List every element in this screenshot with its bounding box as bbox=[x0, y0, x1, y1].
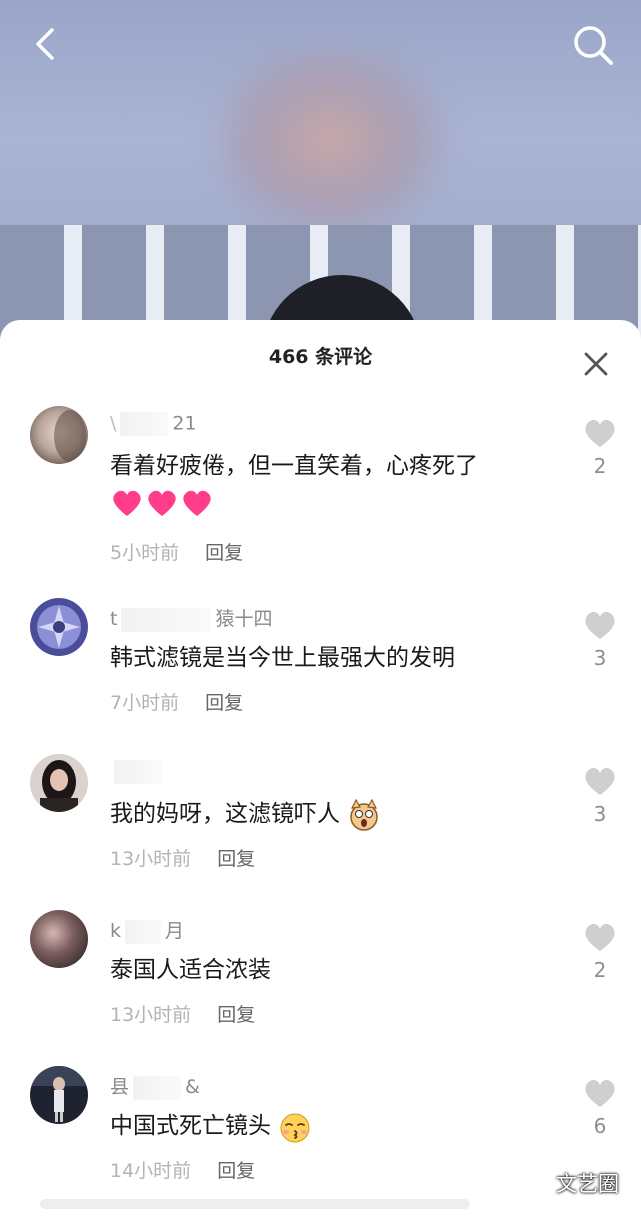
comment-meta: 13小时前 回复 bbox=[110, 844, 255, 871]
username[interactable]: k月 bbox=[110, 916, 184, 944]
heart-icon bbox=[585, 611, 615, 639]
avatar[interactable] bbox=[30, 406, 88, 464]
like-button[interactable]: 6 bbox=[580, 1078, 620, 1138]
avatar[interactable] bbox=[30, 598, 88, 656]
avatar[interactable] bbox=[30, 754, 88, 812]
close-button[interactable] bbox=[580, 348, 612, 380]
like-button[interactable]: 2 bbox=[580, 922, 620, 982]
comment-meta: 14小时前 回复 bbox=[110, 1156, 255, 1183]
heart-icon bbox=[585, 419, 615, 447]
comment-time: 13小时前 bbox=[110, 1004, 192, 1026]
comment-input-bar[interactable] bbox=[40, 1199, 470, 1209]
comment-item: k月 泰国人适合浓装 13小时前 回复 2 bbox=[0, 910, 641, 1060]
pink-hearts-emoji bbox=[110, 486, 220, 524]
like-button[interactable]: 3 bbox=[580, 610, 620, 670]
username[interactable]: t 猿十四 bbox=[110, 604, 272, 632]
like-count: 6 bbox=[593, 1114, 607, 1138]
reply-button[interactable]: 回复 bbox=[205, 692, 243, 714]
comment-time: 14小时前 bbox=[110, 1160, 192, 1182]
comment-text: 泰国人适合浓装 bbox=[110, 957, 271, 983]
video-background bbox=[0, 0, 641, 340]
comment-meta: 5小时前 回复 bbox=[110, 538, 243, 565]
like-button[interactable]: 2 bbox=[580, 418, 620, 478]
comment-sheet: 466 条评论 \ 21 看着好疲倦，但一直笑着，心疼死了 5小时前 回复 2 … bbox=[0, 320, 641, 1209]
reply-button[interactable]: 回复 bbox=[217, 1004, 255, 1026]
reply-button[interactable]: 回复 bbox=[217, 848, 255, 870]
avatar[interactable] bbox=[30, 1066, 88, 1124]
heart-icon bbox=[585, 1079, 615, 1107]
comment-item: \ 21 看着好疲倦，但一直笑着，心疼死了 5小时前 回复 2 bbox=[0, 406, 641, 564]
comment-time: 13小时前 bbox=[110, 848, 192, 870]
comment-item: t 猿十四 韩式滤镜是当今世上最强大的发明 7小时前 回复 3 bbox=[0, 598, 641, 748]
avatar[interactable] bbox=[30, 910, 88, 968]
scared-cat-emoji bbox=[350, 798, 379, 831]
search-icon bbox=[574, 26, 613, 65]
kissing-face-emoji bbox=[280, 1113, 310, 1142]
comment-text: 我的妈呀，这滤镜吓人 bbox=[110, 794, 381, 831]
username[interactable]: 县 & bbox=[110, 1072, 200, 1100]
comment-text: 中国式死亡镜头 bbox=[110, 1106, 312, 1143]
heart-icon bbox=[585, 767, 615, 795]
like-count: 3 bbox=[593, 646, 607, 670]
back-button[interactable] bbox=[24, 22, 68, 66]
like-count: 2 bbox=[593, 454, 607, 478]
reply-button[interactable]: 回复 bbox=[205, 542, 243, 564]
comment-item: 我的妈呀，这滤镜吓人 13小时前 回复 3 bbox=[0, 754, 641, 904]
comment-item: 县 & 中国式死亡镜头 14小时前 回复 6 bbox=[0, 1066, 641, 1216]
comment-time: 5小时前 bbox=[110, 542, 180, 564]
comment-count-title: 466 条评论 bbox=[268, 346, 373, 368]
heart-icon bbox=[585, 923, 615, 951]
watermark: 文艺圈 bbox=[556, 1172, 619, 1196]
search-button[interactable] bbox=[570, 22, 616, 68]
like-count: 3 bbox=[593, 802, 607, 826]
username[interactable] bbox=[110, 760, 166, 784]
comment-text: 韩式滤镜是当今世上最强大的发明 bbox=[110, 645, 455, 671]
like-button[interactable]: 3 bbox=[580, 766, 620, 826]
like-count: 2 bbox=[593, 958, 607, 982]
username[interactable]: \ 21 bbox=[110, 412, 197, 436]
close-icon bbox=[584, 352, 608, 376]
blurred-face bbox=[210, 40, 450, 240]
chevron-left-icon bbox=[36, 28, 54, 60]
comment-time: 7小时前 bbox=[110, 692, 180, 714]
reply-button[interactable]: 回复 bbox=[217, 1160, 255, 1182]
comment-meta: 7小时前 回复 bbox=[110, 688, 243, 715]
comment-text: 看着好疲倦，但一直笑着，心疼死了 bbox=[110, 453, 478, 479]
comment-meta: 13小时前 回复 bbox=[110, 1000, 255, 1027]
